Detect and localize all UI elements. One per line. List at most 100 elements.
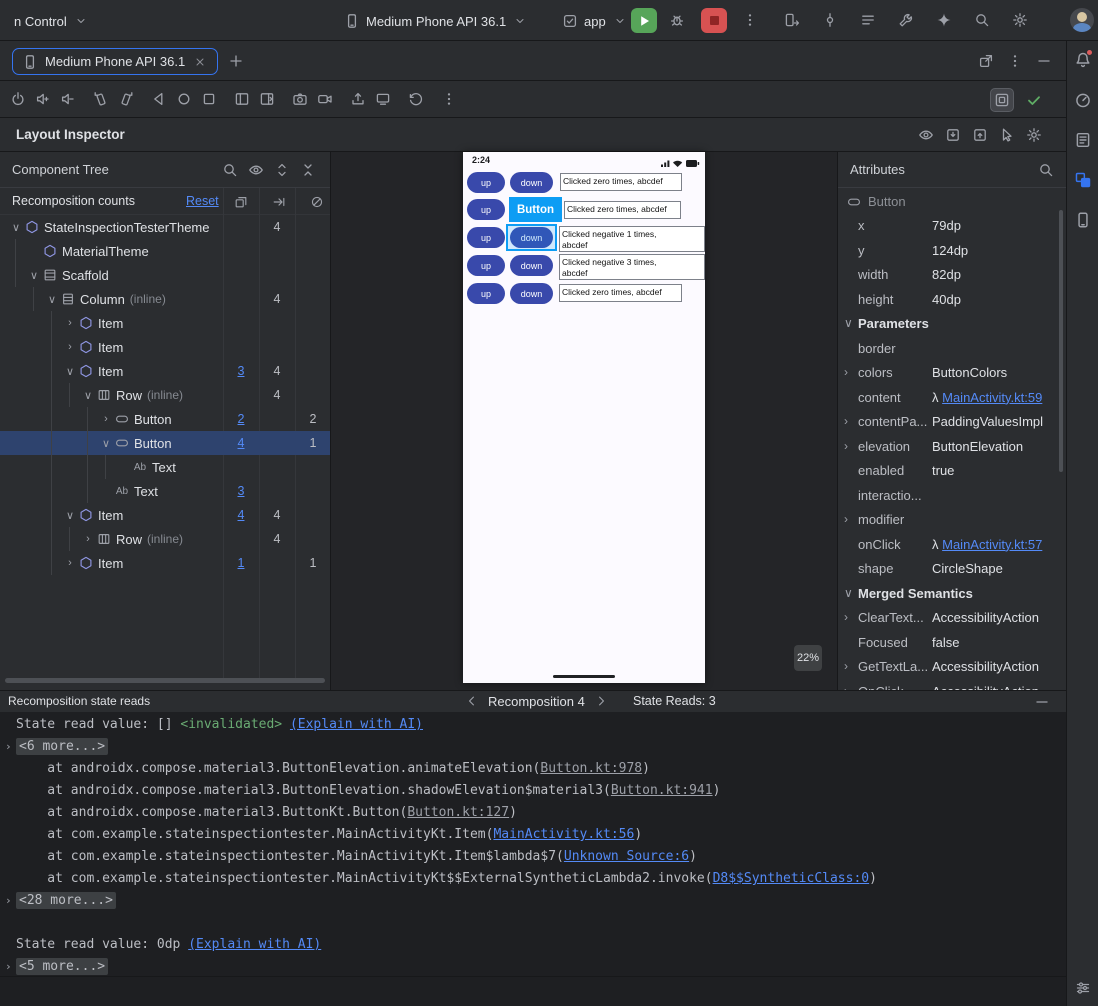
expand-fold-chevron[interactable]: › [5,890,12,912]
device-screen[interactable]: 2:24 updownClicked zero times, abcdefupd… [463,152,705,683]
skips-icon[interactable] [309,194,325,210]
source-location-link[interactable]: MainActivity.kt:56 [493,827,634,842]
tree-node-text[interactable]: Ab Text 3 [0,479,330,503]
source-location-link[interactable]: (Explain with AI) [188,937,321,952]
down-button[interactable]: down [510,255,553,276]
select-mode-icon[interactable] [999,127,1015,143]
up-button[interactable]: up [467,199,505,220]
share-icon[interactable] [350,91,366,107]
power-icon[interactable] [10,91,26,107]
tree-node-item[interactable]: ∨ Item 3 4 [0,359,330,383]
up-button[interactable]: up [467,283,505,304]
tree-expand-chevron[interactable]: › [80,533,96,545]
device-mirror-icon[interactable] [784,12,800,28]
source-location-link[interactable]: Button.kt:978 [540,761,642,776]
display-options-icon[interactable] [1075,980,1091,996]
device-selector[interactable]: Medium Phone API 36.1 [338,9,534,33]
tree-expand-chevron[interactable]: ∨ [26,269,42,282]
next-recomposition-icon[interactable] [593,693,609,709]
search-icon[interactable] [1038,162,1054,178]
recomposition-count[interactable]: 2 [223,407,259,431]
clicked-count-text[interactable]: Clicked zero times, abcdef [559,284,682,302]
hide-panel-icon[interactable] [1034,694,1050,710]
clicked-count-text[interactable]: Clicked zero times, abcdef [564,201,681,219]
fold-icon[interactable] [234,91,250,107]
expand-chevron[interactable]: › [844,439,848,453]
display-mode-icon[interactable] [375,91,391,107]
nav-home-icon[interactable] [176,91,192,107]
reset-counts-link[interactable]: Reset [186,194,219,208]
screen-record-icon[interactable] [317,91,333,107]
source-location-link[interactable]: MainActivity.kt:59 [942,390,1042,405]
settings-icon[interactable] [1012,12,1028,28]
close-tab-icon[interactable] [192,54,208,70]
recomposition-count[interactable]: 4 [223,431,259,455]
layout-inspector-icon[interactable] [1071,168,1095,192]
volume-up-icon[interactable] [35,91,51,107]
rotate-left-icon[interactable] [93,91,109,107]
rotate-right-icon[interactable] [118,91,134,107]
profiler-icon[interactable] [1071,88,1095,112]
clicked-count-text[interactable]: Clicked zero times, abcdef [560,173,682,191]
up-button[interactable]: up [467,172,505,193]
up-button[interactable]: up [467,255,505,276]
vcs-commit-icon[interactable] [822,12,838,28]
run-button[interactable] [631,8,657,33]
source-location-link[interactable]: D8$$SyntheticClass:0 [713,871,870,886]
more-options-icon[interactable] [441,91,457,107]
section-collapse-chevron[interactable]: ∨ [844,586,853,600]
running-devices-icon[interactable] [1071,208,1095,232]
tab-medium-phone-api-36-1[interactable]: Medium Phone API 36.1 [12,48,219,75]
up-button[interactable]: up [467,227,505,248]
gemini-icon[interactable] [936,12,952,28]
tree-node-text[interactable]: Ab Text [0,455,330,479]
expand-all-icon[interactable] [274,162,290,178]
vcs-widget[interactable]: n Control [8,9,95,33]
clicked-count-text[interactable]: Clicked negative 3 times, abcdef [559,254,705,280]
tree-expand-chevron[interactable]: ∨ [8,221,24,234]
new-tab-icon[interactable] [228,53,244,69]
open-in-new-window-icon[interactable] [978,53,994,69]
tree-expand-chevron[interactable]: ∨ [98,437,114,450]
zoom-level-badge[interactable]: 22% [794,645,822,671]
debug-button[interactable] [669,12,685,28]
recomposition-counts-icon[interactable] [233,194,249,210]
expand-chevron[interactable]: › [844,659,848,673]
source-location-link[interactable]: (Explain with AI) [290,717,423,732]
tree-expand-chevron[interactable]: › [62,557,78,569]
search-everywhere-icon[interactable] [974,12,990,28]
recomposition-count[interactable]: 3 [223,359,259,383]
visibility-icon[interactable] [248,162,264,178]
search-icon[interactable] [222,162,238,178]
tree-node-item[interactable]: ∨ Item 4 4 [0,503,330,527]
expand-chevron[interactable]: › [844,512,848,526]
previous-recomposition-icon[interactable] [464,693,480,709]
export-snapshot-icon[interactable] [945,127,961,143]
expand-fold-chevron[interactable]: › [5,736,12,758]
more-options-icon[interactable] [1007,53,1023,69]
tree-node-scaffold[interactable]: ∨ Scaffold [0,263,330,287]
toolbar-more-options-icon[interactable] [742,12,758,28]
source-location-link[interactable]: Unknown Source:6 [564,849,689,864]
tree-node-row[interactable]: › Row (inline) 4 [0,527,330,551]
hide-icon[interactable] [1036,53,1052,69]
tree-expand-chevron[interactable]: ∨ [80,389,96,402]
layout-inspector-toggle[interactable] [990,88,1014,112]
tree-node-stateinspectiontestertheme[interactable]: ∨ StateInspectionTesterTheme 4 [0,215,330,239]
tree-expand-chevron[interactable]: ∨ [62,509,78,522]
tree-expand-chevron[interactable]: › [62,341,78,353]
tree-expand-chevron[interactable]: › [62,317,78,329]
tree-expand-chevron[interactable]: › [98,413,114,425]
source-location-link[interactable]: Button.kt:127 [407,805,509,820]
structure-icon[interactable] [860,12,876,28]
app-insights-icon[interactable] [1071,128,1095,152]
tree-node-item[interactable]: › Item 1 1 [0,551,330,575]
expand-fold-chevron[interactable]: › [5,956,12,976]
down-button[interactable]: down [510,283,553,304]
volume-down-icon[interactable] [60,91,76,107]
settings-icon[interactable] [1026,127,1042,143]
expand-chevron[interactable]: › [844,610,848,624]
nav-overview-icon[interactable] [201,91,217,107]
expand-chevron[interactable]: › [844,365,848,379]
nav-back-icon[interactable] [151,91,167,107]
